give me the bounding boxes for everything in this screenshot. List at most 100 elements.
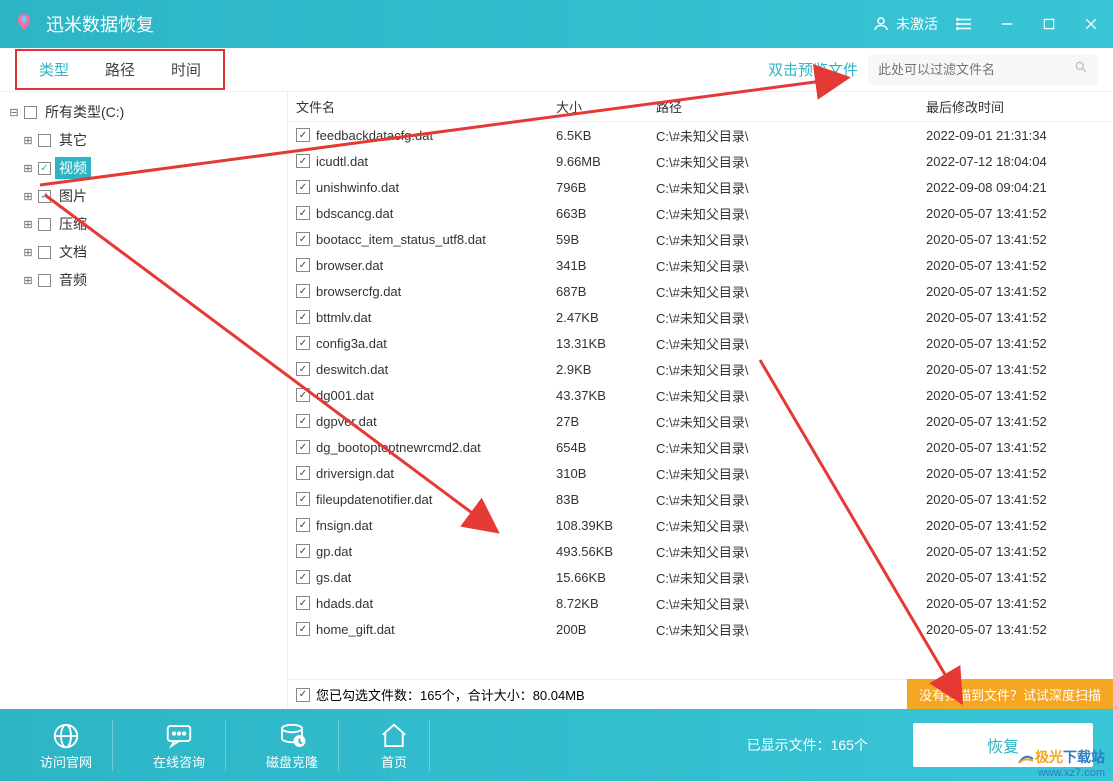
tree-checkbox[interactable] bbox=[38, 246, 51, 259]
file-row[interactable]: deswitch.dat 2.9KB C:\#未知父目录\ 2020-05-07… bbox=[288, 356, 1113, 382]
tree-checkbox[interactable] bbox=[38, 218, 51, 231]
tree-item[interactable]: ⊞ 其它 bbox=[0, 126, 287, 154]
file-size: 2.47KB bbox=[556, 310, 656, 325]
row-checkbox[interactable] bbox=[296, 492, 310, 506]
tree-checkbox[interactable] bbox=[38, 134, 51, 147]
file-row[interactable]: fnsign.dat 108.39KB C:\#未知父目录\ 2020-05-0… bbox=[288, 512, 1113, 538]
expander-icon[interactable]: ⊞ bbox=[22, 134, 34, 147]
row-checkbox[interactable] bbox=[296, 622, 310, 636]
file-row[interactable]: bttmlv.dat 2.47KB C:\#未知父目录\ 2020-05-07 … bbox=[288, 304, 1113, 330]
file-path: C:\#未知父目录\ bbox=[656, 386, 926, 405]
tree-item[interactable]: ⊞ 音频 bbox=[0, 266, 287, 294]
file-row[interactable]: home_gift.dat 200B C:\#未知父目录\ 2020-05-07… bbox=[288, 616, 1113, 642]
preview-hint[interactable]: 双击预览文件 bbox=[768, 59, 858, 80]
tab-path[interactable]: 路径 bbox=[87, 53, 153, 86]
expander-icon[interactable]: ⊞ bbox=[22, 162, 34, 175]
expander-icon[interactable]: ⊞ bbox=[22, 246, 34, 259]
row-checkbox[interactable] bbox=[296, 180, 310, 194]
expander-icon[interactable]: ⊟ bbox=[8, 106, 20, 119]
file-row[interactable]: browsercfg.dat 687B C:\#未知父目录\ 2020-05-0… bbox=[288, 278, 1113, 304]
file-row[interactable]: browser.dat 341B C:\#未知父目录\ 2020-05-07 1… bbox=[288, 252, 1113, 278]
footer-chat[interactable]: 在线咨询 bbox=[133, 720, 226, 771]
file-row[interactable]: bdscancg.dat 663B C:\#未知父目录\ 2020-05-07 … bbox=[288, 200, 1113, 226]
search-input[interactable] bbox=[878, 62, 1074, 77]
file-path: C:\#未知父目录\ bbox=[656, 282, 926, 301]
recover-button[interactable]: 恢复 bbox=[913, 723, 1093, 767]
file-row[interactable]: bootacc_item_status_utf8.dat 59B C:\#未知父… bbox=[288, 226, 1113, 252]
file-row[interactable]: config3a.dat 13.31KB C:\#未知父目录\ 2020-05-… bbox=[288, 330, 1113, 356]
tree-root[interactable]: ⊟ 所有类型(C:) bbox=[0, 98, 287, 126]
row-checkbox[interactable] bbox=[296, 258, 310, 272]
minimize-button[interactable] bbox=[995, 12, 1019, 36]
file-path: C:\#未知父目录\ bbox=[656, 308, 926, 327]
row-checkbox[interactable] bbox=[296, 518, 310, 532]
search-box[interactable] bbox=[868, 55, 1098, 85]
tree-checkbox[interactable] bbox=[24, 106, 37, 119]
maximize-button[interactable] bbox=[1037, 12, 1061, 36]
file-date: 2020-05-07 13:41:52 bbox=[926, 258, 1113, 273]
row-checkbox[interactable] bbox=[296, 388, 310, 402]
tree-label: 图片 bbox=[55, 185, 91, 207]
row-checkbox[interactable] bbox=[296, 544, 310, 558]
col-size[interactable]: 大小 bbox=[556, 97, 656, 116]
tree-checkbox[interactable] bbox=[38, 162, 51, 175]
row-checkbox[interactable] bbox=[296, 362, 310, 376]
file-path: C:\#未知父目录\ bbox=[656, 594, 926, 613]
file-row[interactable]: fileupdatenotifier.dat 83B C:\#未知父目录\ 20… bbox=[288, 486, 1113, 512]
expander-icon[interactable]: ⊞ bbox=[22, 274, 34, 287]
row-checkbox[interactable] bbox=[296, 336, 310, 350]
file-row[interactable]: gs.dat 15.66KB C:\#未知父目录\ 2020-05-07 13:… bbox=[288, 564, 1113, 590]
file-row[interactable]: icudtl.dat 9.66MB C:\#未知父目录\ 2022-07-12 … bbox=[288, 148, 1113, 174]
file-path: C:\#未知父目录\ bbox=[656, 152, 926, 171]
file-size: 13.31KB bbox=[556, 336, 656, 351]
user-status[interactable]: 未激活 bbox=[872, 14, 938, 34]
file-row[interactable]: unishwinfo.dat 796B C:\#未知父目录\ 2022-09-0… bbox=[288, 174, 1113, 200]
file-name: dgpver.dat bbox=[316, 414, 556, 429]
row-checkbox[interactable] bbox=[296, 284, 310, 298]
col-path[interactable]: 路径 bbox=[656, 97, 926, 116]
file-name: config3a.dat bbox=[316, 336, 556, 351]
row-checkbox[interactable] bbox=[296, 466, 310, 480]
file-size: 654B bbox=[556, 440, 656, 455]
footer-website[interactable]: 访问官网 bbox=[20, 720, 113, 771]
row-checkbox[interactable] bbox=[296, 206, 310, 220]
file-row[interactable]: driversign.dat 310B C:\#未知父目录\ 2020-05-0… bbox=[288, 460, 1113, 486]
tree-item[interactable]: ⊞ 视频 bbox=[0, 154, 287, 182]
file-row[interactable]: feedbackdatacfg.dat 6.5KB C:\#未知父目录\ 202… bbox=[288, 122, 1113, 148]
file-row[interactable]: dg_bootoptoptnewrcmd2.dat 654B C:\#未知父目录… bbox=[288, 434, 1113, 460]
row-checkbox[interactable] bbox=[296, 570, 310, 584]
file-path: C:\#未知父目录\ bbox=[656, 178, 926, 197]
footer-clone[interactable]: 磁盘克隆 bbox=[246, 720, 339, 771]
row-checkbox[interactable] bbox=[296, 310, 310, 324]
file-row[interactable]: dg001.dat 43.37KB C:\#未知父目录\ 2020-05-07 … bbox=[288, 382, 1113, 408]
tab-time[interactable]: 时间 bbox=[153, 53, 219, 86]
row-checkbox[interactable] bbox=[296, 414, 310, 428]
tree-checkbox[interactable] bbox=[38, 274, 51, 287]
menu-button[interactable] bbox=[953, 12, 977, 36]
row-checkbox[interactable] bbox=[296, 232, 310, 246]
file-row[interactable]: hdads.dat 8.72KB C:\#未知父目录\ 2020-05-07 1… bbox=[288, 590, 1113, 616]
footer-home[interactable]: 首页 bbox=[359, 720, 430, 771]
select-all-checkbox[interactable] bbox=[296, 688, 310, 702]
tab-type[interactable]: 类型 bbox=[21, 53, 87, 86]
file-row[interactable]: dgpver.dat 27B C:\#未知父目录\ 2020-05-07 13:… bbox=[288, 408, 1113, 434]
expander-icon[interactable]: ⊞ bbox=[22, 218, 34, 231]
tree-item[interactable]: ⊞ 图片 bbox=[0, 182, 287, 210]
tree-checkbox[interactable] bbox=[38, 190, 51, 203]
tree-item[interactable]: ⊞ 压缩 bbox=[0, 210, 287, 238]
file-date: 2020-05-07 13:41:52 bbox=[926, 440, 1113, 455]
file-row[interactable]: gp.dat 493.56KB C:\#未知父目录\ 2020-05-07 13… bbox=[288, 538, 1113, 564]
deep-scan-button[interactable]: 没有扫描到文件？试试深度扫描 bbox=[907, 679, 1113, 709]
row-checkbox[interactable] bbox=[296, 128, 310, 142]
file-name: deswitch.dat bbox=[316, 362, 556, 377]
row-checkbox[interactable] bbox=[296, 154, 310, 168]
row-checkbox[interactable] bbox=[296, 440, 310, 454]
list-body[interactable]: feedbackdatacfg.dat 6.5KB C:\#未知父目录\ 202… bbox=[288, 122, 1113, 679]
summary-text: 您已勾选文件数：165个，合计大小：80.04MB bbox=[316, 685, 585, 704]
tree-item[interactable]: ⊞ 文档 bbox=[0, 238, 287, 266]
expander-icon[interactable]: ⊞ bbox=[22, 190, 34, 203]
close-button[interactable] bbox=[1079, 12, 1103, 36]
col-date[interactable]: 最后修改时间 bbox=[926, 97, 1113, 116]
row-checkbox[interactable] bbox=[296, 596, 310, 610]
col-name[interactable]: 文件名 bbox=[288, 97, 556, 116]
